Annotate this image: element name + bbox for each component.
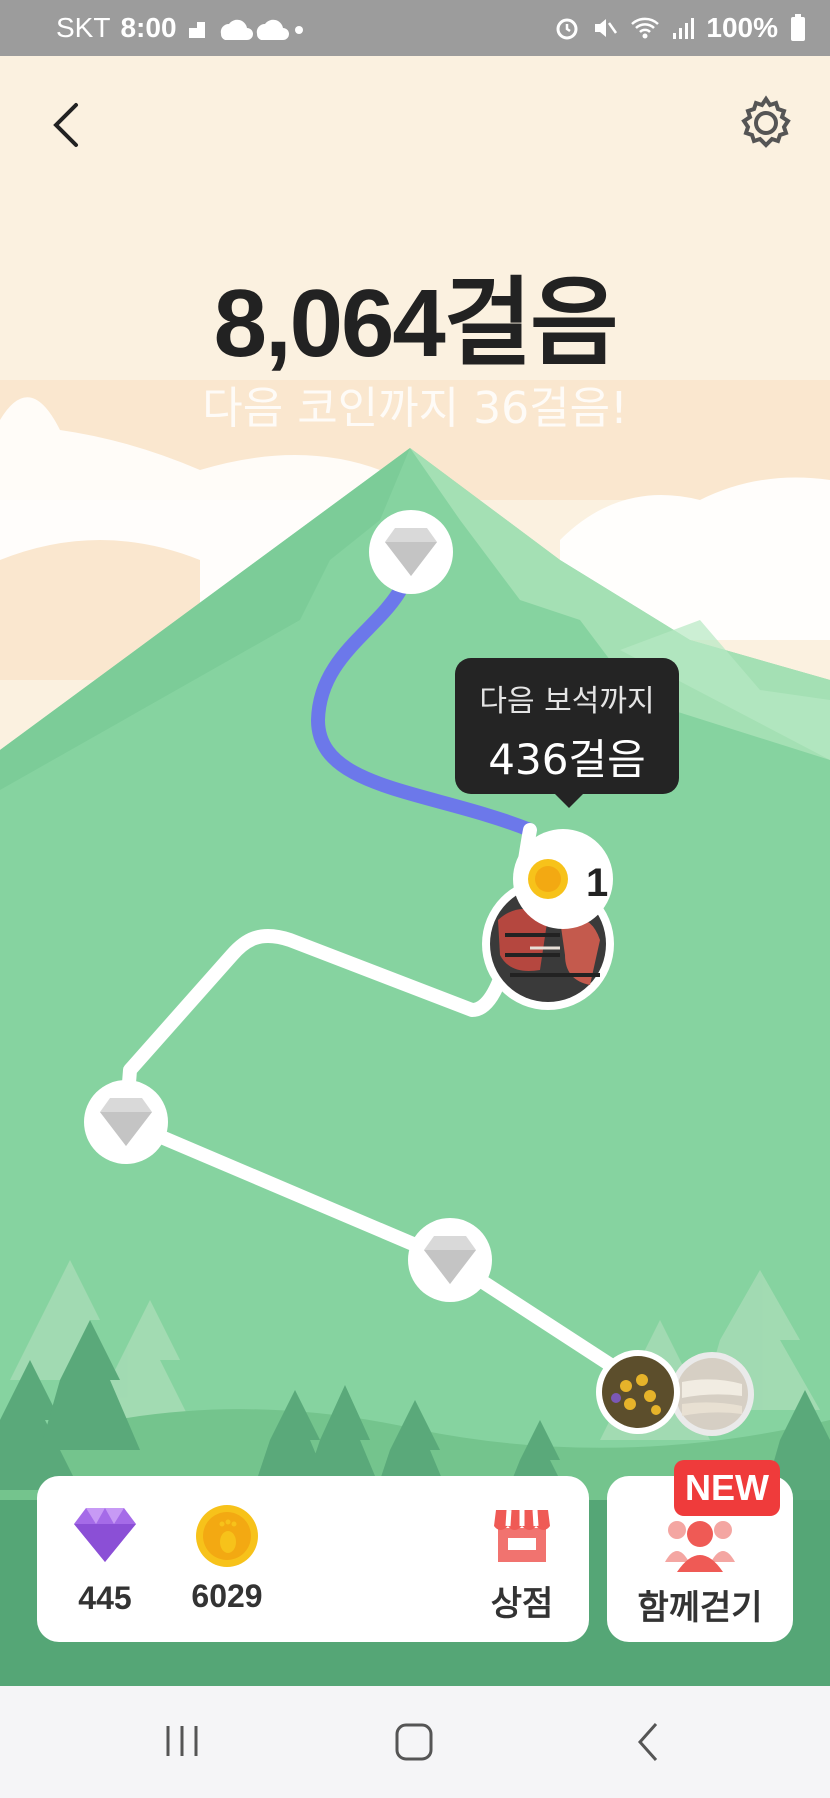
- recent-apps-button[interactable]: [152, 1716, 212, 1768]
- walk-together-label: 함께걷기: [637, 1589, 763, 1627]
- coin-balance[interactable]: 6029: [177, 1504, 277, 1615]
- home-button[interactable]: [384, 1716, 444, 1768]
- back-button[interactable]: [40, 95, 90, 155]
- gem-balance[interactable]: 445: [65, 1506, 145, 1617]
- home-icon: [395, 1723, 433, 1761]
- next-coin-steps: 다음 코인까지 36걸음!: [202, 383, 628, 434]
- gear-icon: [741, 95, 791, 148]
- shop-icon: [494, 1509, 550, 1562]
- coin-count: 6029: [191, 1578, 263, 1614]
- gem-node-middle[interactable]: [408, 1218, 492, 1302]
- total-steps: 8,064걸음: [213, 270, 619, 377]
- wallet-card: 445 6029 상점: [37, 1476, 589, 1642]
- tooltip-arrow: [553, 792, 585, 808]
- shop-label: 상점: [490, 1585, 554, 1623]
- coin-count-badge[interactable]: 1: [513, 829, 613, 929]
- recent-apps-icon: [166, 1726, 198, 1756]
- shop-button[interactable]: 상점: [477, 1506, 567, 1625]
- gem-node-left[interactable]: [84, 1080, 168, 1164]
- svg-text:1: 1: [586, 861, 608, 905]
- chevron-left-icon: [53, 103, 78, 147]
- system-back-button[interactable]: [620, 1716, 680, 1768]
- system-nav-bar: [0, 1686, 830, 1798]
- next-gem-tooltip: 다음 보석까지 436걸음: [455, 658, 679, 808]
- new-badge: NEW: [674, 1460, 780, 1516]
- settings-button[interactable]: [738, 95, 794, 151]
- gem-node-top[interactable]: [369, 510, 453, 594]
- coin-icon: [196, 1505, 258, 1567]
- gem-count: 445: [78, 1580, 132, 1616]
- back-arrow-icon: [637, 1723, 658, 1761]
- shared-photos-cluster[interactable]: [596, 1350, 754, 1436]
- tooltip-line1: 다음 보석까지: [479, 684, 655, 719]
- friends-icon: [665, 1521, 735, 1572]
- tooltip-line2: 436걸음: [488, 735, 646, 784]
- gem-icon: [74, 1508, 136, 1562]
